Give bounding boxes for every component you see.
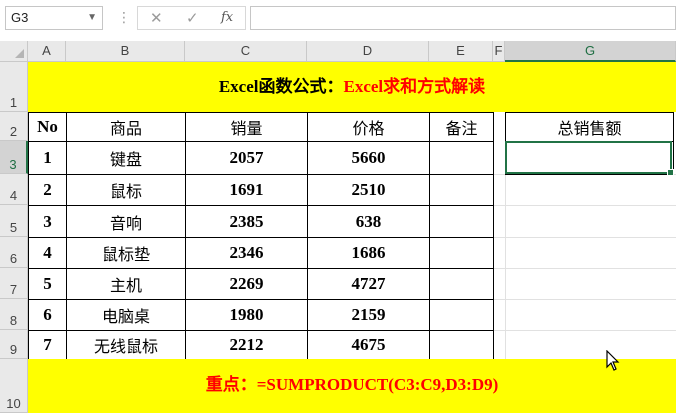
cell-note[interactable] [429, 237, 494, 269]
chevron-down-icon[interactable]: ▼ [87, 7, 97, 29]
cell-price[interactable]: 638 [307, 205, 430, 238]
title-main: Excel求和方式解读 [343, 77, 486, 96]
cell-no[interactable]: 2 [28, 174, 67, 206]
row-header-1[interactable]: 1 [0, 62, 28, 112]
cell-price[interactable]: 1686 [307, 237, 430, 269]
row-header-8[interactable]: 8 [0, 299, 28, 330]
header-price[interactable]: 价格 [307, 112, 430, 142]
table-row: 1 键盘 2057 5660 [28, 141, 494, 175]
row-header-5[interactable]: 5 [0, 205, 28, 237]
column-header-e[interactable]: E [429, 41, 493, 62]
footer-formula: =SUMPRODUCT(C3:C9,D3:D9) [256, 375, 499, 394]
header-product[interactable]: 商品 [66, 112, 186, 142]
row-header-9[interactable]: 9 [0, 330, 28, 359]
cell-product[interactable]: 电脑桌 [66, 299, 186, 331]
cell-price[interactable]: 2159 [307, 299, 430, 331]
cell-no[interactable]: 7 [28, 330, 67, 360]
cell-price[interactable]: 2510 [307, 174, 430, 206]
data-table: No 商品 销量 价格 备注 1 键盘 2057 5660 2 鼠标 1691 … [28, 112, 494, 360]
table-row: 5 主机 2269 4727 [28, 268, 494, 300]
formula-input[interactable] [250, 6, 676, 30]
cell-sales[interactable]: 2385 [185, 205, 308, 238]
footer-banner: 重点：=SUMPRODUCT(C3:C9,D3:D9) [28, 359, 676, 413]
row-header-2[interactable]: 2 [0, 112, 28, 141]
footer-label: 重点： [205, 375, 257, 394]
cell-note[interactable] [429, 330, 494, 360]
cell-note[interactable] [429, 141, 494, 175]
cell-note[interactable] [429, 299, 494, 331]
table-row: 2 鼠标 1691 2510 [28, 174, 494, 206]
cell-no[interactable]: 6 [28, 299, 67, 331]
name-box[interactable]: G3 ▼ [5, 6, 103, 30]
cell-note[interactable] [429, 205, 494, 238]
cell-sales[interactable]: 1980 [185, 299, 308, 331]
column-header-f[interactable]: F [493, 41, 505, 62]
insert-function-icon[interactable]: fx [221, 10, 233, 25]
total-sales-header[interactable]: 总销售额 [505, 112, 674, 142]
column-header-b[interactable]: B [66, 41, 185, 62]
cell-no[interactable]: 1 [28, 141, 67, 175]
table-row: 6 电脑桌 1980 2159 [28, 299, 494, 331]
column-header-a[interactable]: A [28, 41, 66, 62]
title-prefix: Excel函数公式： [218, 77, 344, 96]
cell-price[interactable]: 5660 [307, 141, 430, 175]
cancel-icon[interactable]: ✕ [150, 9, 163, 27]
active-cell-selection[interactable] [505, 141, 674, 176]
cell-sales[interactable]: 2346 [185, 237, 308, 269]
cell-price[interactable]: 4675 [307, 330, 430, 360]
table-row: 4 鼠标垫 2346 1686 [28, 237, 494, 269]
formula-buttons: ✕ ✓ fx [137, 6, 246, 30]
cell-note[interactable] [429, 268, 494, 300]
header-no[interactable]: No [28, 112, 67, 142]
row-header-10[interactable]: 10 [0, 359, 28, 413]
cell-sales[interactable]: 2269 [185, 268, 308, 300]
column-header-c[interactable]: C [185, 41, 307, 62]
table-row: 7 无线鼠标 2212 4675 [28, 330, 494, 360]
row-header-3[interactable]: 3 [0, 141, 28, 174]
cell-note[interactable] [429, 174, 494, 206]
select-all-corner[interactable] [0, 41, 28, 62]
cell-no[interactable]: 3 [28, 205, 67, 238]
cell-product[interactable]: 鼠标垫 [66, 237, 186, 269]
cell-sales[interactable]: 1691 [185, 174, 308, 206]
more-options-icon[interactable]: ⋮ [117, 10, 131, 24]
cell-no[interactable]: 5 [28, 268, 67, 300]
table-header-row: No 商品 销量 价格 备注 [28, 112, 494, 142]
enter-icon[interactable]: ✓ [186, 9, 199, 27]
cell-product[interactable]: 主机 [66, 268, 186, 300]
row-header-7[interactable]: 7 [0, 268, 28, 299]
name-box-value: G3 [11, 10, 29, 25]
mouse-pointer-icon [606, 350, 620, 371]
column-header-d[interactable]: D [307, 41, 429, 62]
row-header-6[interactable]: 6 [0, 237, 28, 268]
cell-sales[interactable]: 2212 [185, 330, 308, 360]
cell-no[interactable]: 4 [28, 237, 67, 269]
cell-product[interactable]: 音响 [66, 205, 186, 238]
row-header-4[interactable]: 4 [0, 174, 28, 205]
header-sales[interactable]: 销量 [185, 112, 308, 142]
cell-sales[interactable]: 2057 [185, 141, 308, 175]
title-banner: Excel函数公式：Excel求和方式解读 [28, 62, 676, 112]
cell-product[interactable]: 键盘 [66, 141, 186, 175]
header-note[interactable]: 备注 [429, 112, 494, 142]
cell-product[interactable]: 鼠标 [66, 174, 186, 206]
formula-bar: G3 ▼ ⋮ ✕ ✓ fx [0, 0, 676, 37]
column-header-g[interactable]: G [505, 41, 676, 62]
cell-product[interactable]: 无线鼠标 [66, 330, 186, 360]
cell-price[interactable]: 4727 [307, 268, 430, 300]
table-row: 3 音响 2385 638 [28, 205, 494, 238]
